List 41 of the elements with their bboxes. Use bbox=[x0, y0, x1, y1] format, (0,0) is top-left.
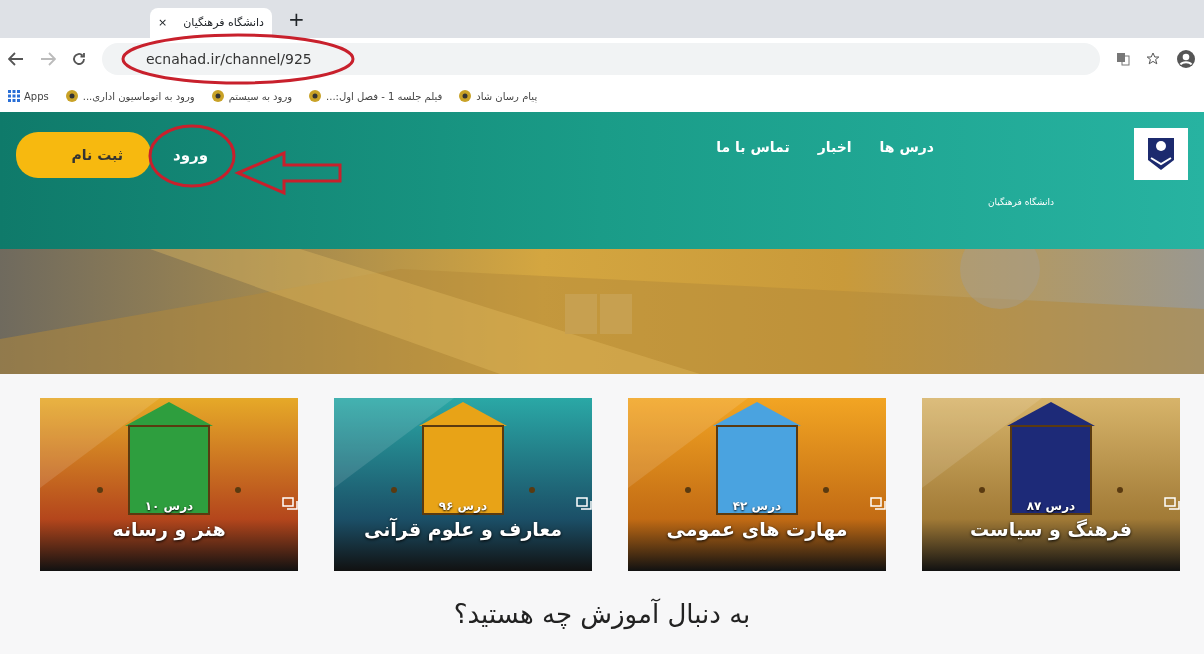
category-title: هنر و رسانه bbox=[112, 516, 226, 543]
lesson-count: درس ۴۲ bbox=[732, 497, 782, 515]
translate-icon[interactable] bbox=[1116, 52, 1130, 66]
category-card[interactable]: درس ۱۰ هنر و رسانه bbox=[40, 398, 298, 571]
bookmark-label[interactable]: پیام رسان شاد bbox=[476, 88, 538, 104]
apps-icon bbox=[8, 90, 20, 102]
video-icon bbox=[282, 496, 298, 511]
star-icon[interactable] bbox=[1146, 52, 1160, 66]
lesson-count: درس ۸۷ bbox=[1026, 497, 1076, 515]
section-heading: به دنبال آموزش چه هستید؟ bbox=[453, 599, 751, 629]
category-card[interactable]: درس ۹۶ معارف و علوم قرآنی bbox=[334, 398, 592, 571]
bookmark-label[interactable]: ورود به اتوماسیون اداری... bbox=[82, 88, 195, 104]
university-logo[interactable] bbox=[1134, 128, 1188, 180]
video-icon bbox=[870, 496, 886, 511]
category-card[interactable]: درس ۴۲ مهارت های عمومی bbox=[628, 398, 886, 571]
lesson-count: درس ۹۶ bbox=[438, 497, 488, 515]
site-icon bbox=[458, 89, 473, 103]
profile-icon[interactable] bbox=[1176, 49, 1196, 69]
bookmark-label[interactable]: فیلم جلسه 1 - فصل اول:... bbox=[326, 88, 443, 104]
address-bar[interactable]: ecnahad.ir/channel/925 bbox=[102, 43, 1100, 75]
reload-icon[interactable] bbox=[72, 52, 86, 66]
category-title: معارف و علوم قرآنی bbox=[364, 516, 562, 543]
apps-shortcut[interactable]: Apps bbox=[24, 88, 49, 104]
close-tab-button[interactable]: × bbox=[158, 14, 168, 32]
video-icon bbox=[1164, 496, 1180, 511]
logo-caption: دانشگاه فرهنگیان bbox=[988, 196, 1055, 209]
site-icon bbox=[308, 89, 323, 103]
new-tab-button[interactable]: + bbox=[288, 4, 305, 34]
url-text: ecnahad.ir/channel/925 bbox=[146, 49, 312, 69]
category-title: فرهنگ و سیاست bbox=[969, 516, 1133, 543]
category-title: مهارت های عمومی bbox=[666, 516, 848, 543]
bookmark-label[interactable]: ورود به سیستم bbox=[228, 88, 293, 104]
browser-tab[interactable]: دانشگاه فرهنگیان × bbox=[150, 8, 272, 38]
tab-title: دانشگاه فرهنگیان bbox=[183, 14, 264, 31]
lesson-count: درس ۱۰ bbox=[144, 497, 194, 515]
site-icon bbox=[64, 89, 79, 103]
video-icon bbox=[576, 496, 592, 511]
site-icon bbox=[210, 89, 225, 103]
back-icon[interactable] bbox=[8, 52, 24, 66]
category-card[interactable]: درس ۸۷ فرهنگ و سیاست bbox=[922, 398, 1180, 571]
register-button[interactable]: ثبت نام bbox=[16, 132, 151, 178]
